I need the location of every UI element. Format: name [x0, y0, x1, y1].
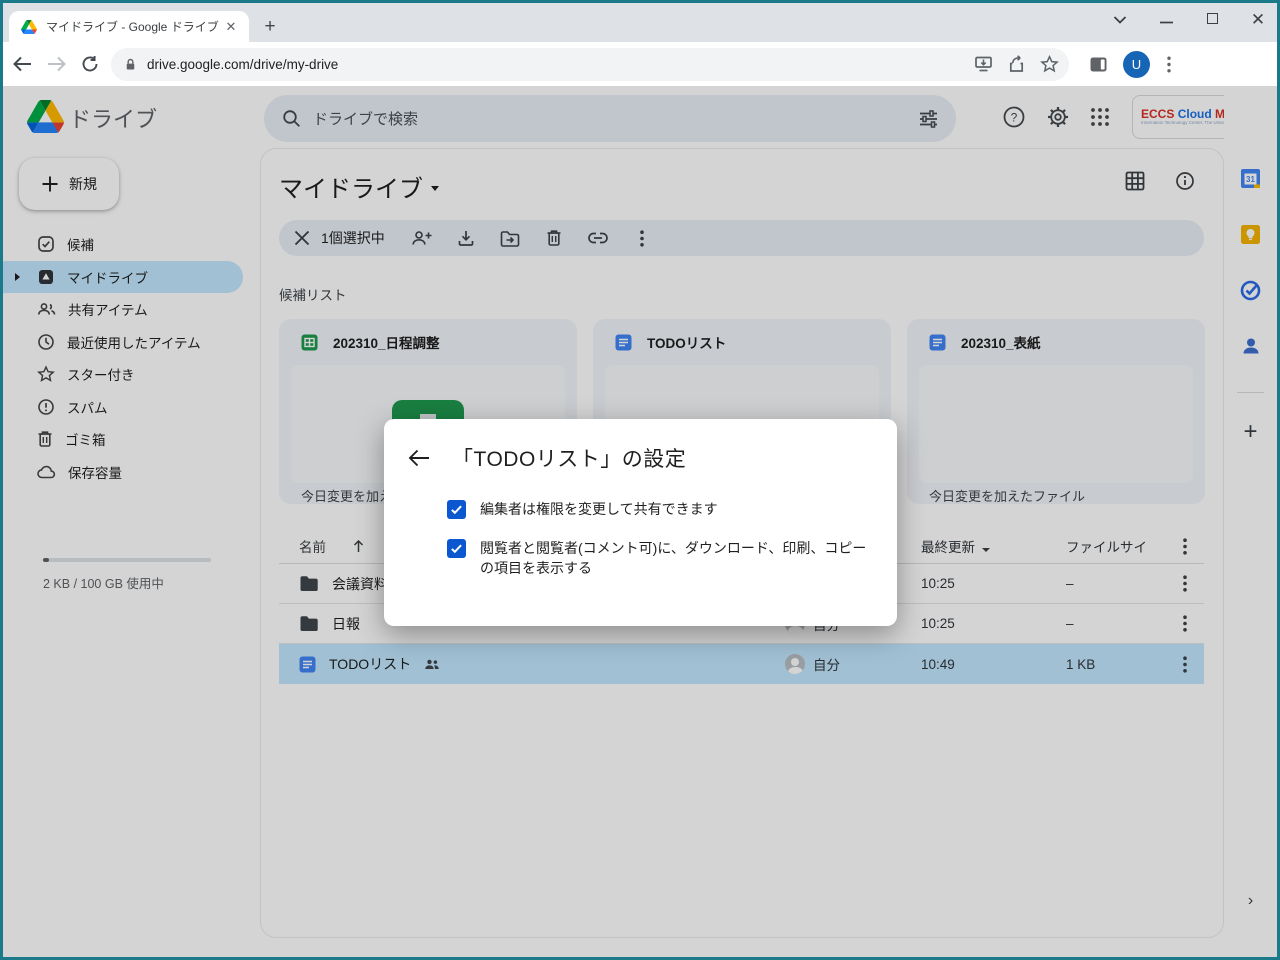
tab-close-icon[interactable]: ✕ — [223, 19, 239, 35]
browser-window: マイドライブ - Google ドライブ ✕ + ✕ drive.google.… — [0, 0, 1280, 960]
close-window-button[interactable]: ✕ — [1247, 10, 1269, 30]
setting-option: 編集者は権限を変更して共有できます — [447, 499, 867, 520]
option-label: 編集者は権限を変更して共有できます — [480, 499, 867, 520]
lock-icon — [123, 56, 138, 73]
option-label: 閲覧者と閲覧者(コメント可)に、ダウンロード、印刷、コピーの項目を表示する — [480, 538, 867, 579]
share-icon[interactable] — [1007, 55, 1026, 73]
new-tab-button[interactable]: + — [259, 16, 281, 38]
tab-strip: マイドライブ - Google ドライブ ✕ + ✕ — [3, 3, 1277, 42]
back-icon[interactable] — [7, 49, 37, 79]
reload-icon[interactable] — [75, 49, 105, 79]
tab-title: マイドライブ - Google ドライブ — [46, 18, 223, 35]
side-panel-icon[interactable] — [1083, 49, 1113, 79]
drive-favicon — [21, 20, 37, 34]
share-settings-dialog: 「TODOリスト」の設定 編集者は権限を変更して共有できます 閲覧者と閲覧者(コ… — [384, 419, 897, 626]
minimize-button[interactable] — [1155, 11, 1177, 29]
address-toolbar: drive.google.com/drive/my-drive U — [3, 42, 1277, 86]
maximize-button[interactable] — [1201, 11, 1223, 29]
back-arrow-icon[interactable] — [408, 449, 430, 467]
forward-icon[interactable] — [41, 49, 71, 79]
checkbox-checked[interactable] — [447, 539, 466, 558]
dialog-title: 「TODOリスト」の設定 — [452, 443, 686, 473]
url-text: drive.google.com/drive/my-drive — [147, 57, 338, 72]
browser-profile-avatar[interactable]: U — [1123, 51, 1150, 78]
drive-page: ドライブ ドライブで検索 ? ECCS Cloud Mail Informati… — [3, 86, 1277, 957]
install-icon[interactable] — [974, 55, 993, 73]
browser-tab[interactable]: マイドライブ - Google ドライブ ✕ — [9, 11, 249, 42]
setting-option: 閲覧者と閲覧者(コメント可)に、ダウンロード、印刷、コピーの項目を表示する — [447, 538, 867, 579]
bookmark-star-icon[interactable] — [1040, 55, 1059, 73]
chrome-menu-icon[interactable] — [1154, 49, 1184, 79]
checkbox-checked[interactable] — [447, 500, 466, 519]
tab-search-chevron-icon[interactable] — [1109, 11, 1131, 29]
address-bar[interactable]: drive.google.com/drive/my-drive — [111, 48, 1069, 81]
